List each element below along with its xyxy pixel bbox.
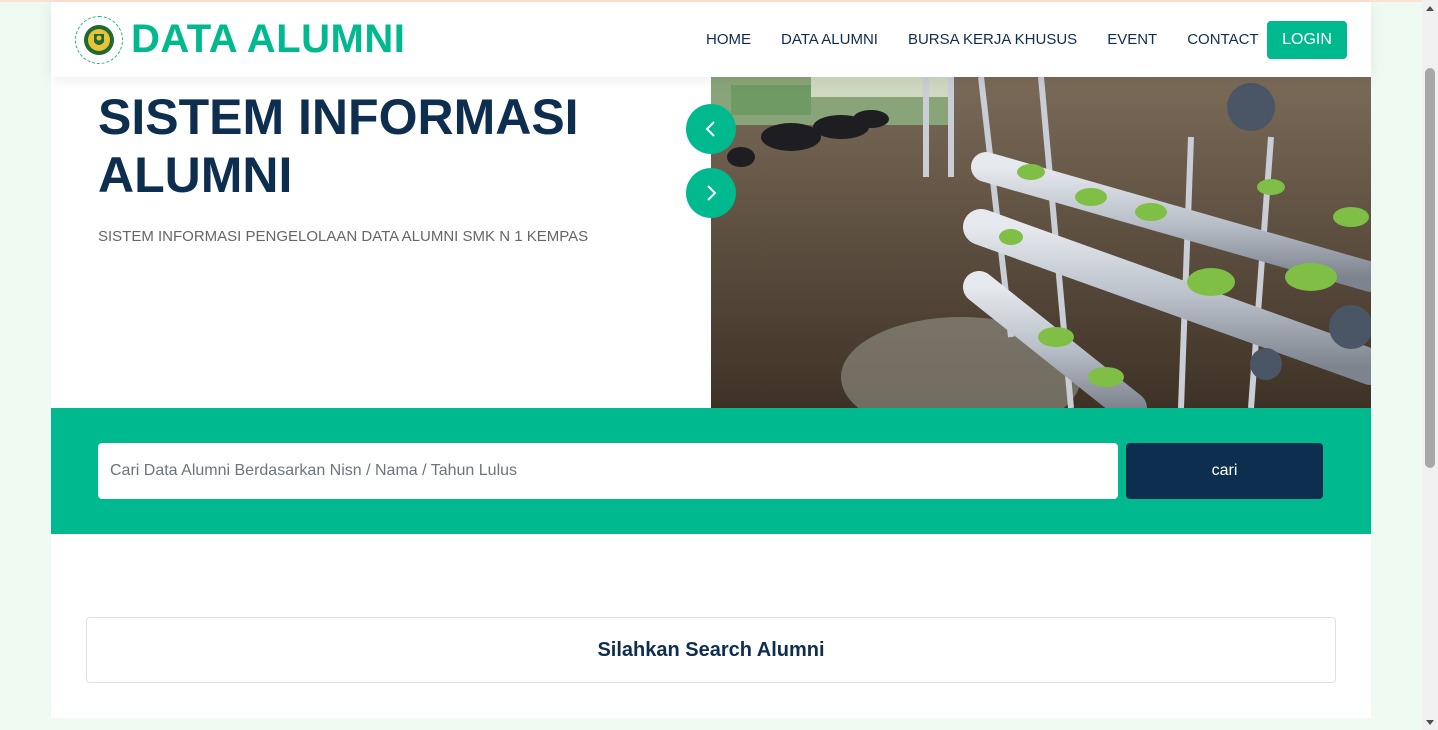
page-container: DATA ALUMNI HOME DATA ALUMNI BURSA KERJA… (51, 2, 1371, 718)
carousel-next-button[interactable] (686, 168, 736, 218)
school-logo[interactable] (75, 16, 123, 64)
nav-bursa-kerja-khusus[interactable]: BURSA KERJA KHUSUS (908, 31, 1077, 48)
search-input[interactable] (98, 443, 1118, 499)
result-message: Silahkan Search Alumni (597, 638, 825, 661)
hydroponics-photo (711, 77, 1371, 408)
nav-contact[interactable]: CONTACT (1187, 31, 1258, 48)
chevron-left-icon (705, 121, 715, 137)
nav-event[interactable]: EVENT (1107, 31, 1157, 48)
hero-title: SISTEM INFORMASI ALUMNI (98, 89, 579, 203)
scroll-thumb[interactable] (1425, 68, 1435, 468)
hero-carousel-image (711, 77, 1371, 408)
carousel-prev-button[interactable] (686, 104, 736, 154)
login-button[interactable]: LOGIN (1267, 21, 1347, 59)
brand-title[interactable]: DATA ALUMNI (131, 17, 405, 62)
nav-home[interactable]: HOME (706, 31, 751, 48)
navbar: DATA ALUMNI HOME DATA ALUMNI BURSA KERJA… (51, 2, 1371, 77)
result-card: Silahkan Search Alumni (86, 617, 1336, 683)
hero-subtitle: SISTEM INFORMASI PENGELOLAAN DATA ALUMNI… (98, 228, 589, 245)
scroll-up-arrow-icon[interactable] (1426, 6, 1434, 11)
search-section: cari (51, 408, 1371, 534)
nav-data-alumni[interactable]: DATA ALUMNI (781, 31, 878, 48)
school-emblem-icon (84, 25, 114, 55)
search-button[interactable]: cari (1126, 443, 1323, 499)
scroll-down-arrow-icon[interactable] (1426, 720, 1434, 725)
page-scrollbar[interactable] (1422, 0, 1438, 730)
chevron-right-icon (707, 185, 717, 201)
main-nav: HOME DATA ALUMNI BURSA KERJA KHUSUS EVEN… (706, 31, 1259, 48)
